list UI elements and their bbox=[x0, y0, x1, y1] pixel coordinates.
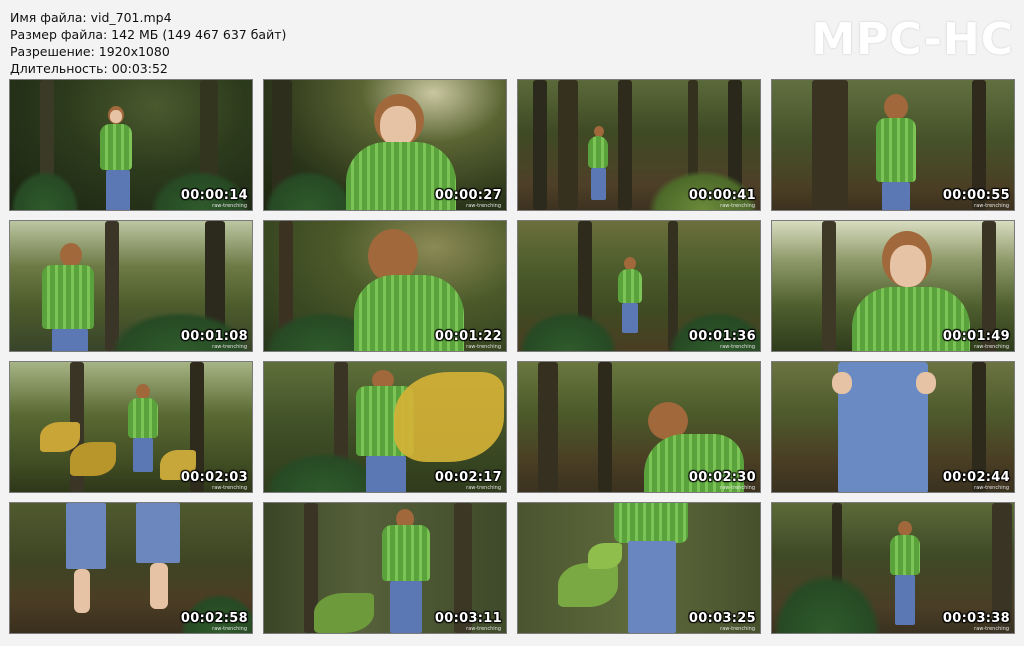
timestamp: 00:02:44 bbox=[942, 470, 1010, 485]
timestamp: 00:03:38 bbox=[942, 611, 1010, 626]
thumbnail-grid: 00:00:14 raw-trenching 00:00:27 raw-tren… bbox=[9, 79, 1015, 634]
timestamp: 00:00:55 bbox=[942, 188, 1010, 203]
duration-line: Длительность: 00:03:52 bbox=[10, 61, 168, 76]
thumbnail[interactable]: 00:00:27 raw-trenching bbox=[263, 79, 507, 211]
thumbnail[interactable]: 00:02:17 raw-trenching bbox=[263, 361, 507, 493]
thumbnail[interactable]: 00:02:30 raw-trenching bbox=[517, 361, 761, 493]
thumbnail[interactable]: 00:02:58 raw-trenching bbox=[9, 502, 253, 634]
watermark: raw-trenching bbox=[212, 344, 247, 350]
timestamp: 00:02:30 bbox=[688, 470, 756, 485]
watermark: raw-trenching bbox=[466, 344, 501, 350]
watermark: raw-trenching bbox=[720, 203, 755, 209]
thumbnail[interactable]: 00:02:44 raw-trenching bbox=[771, 361, 1015, 493]
watermark: raw-trenching bbox=[466, 203, 501, 209]
thumbnail[interactable]: 00:03:11 raw-trenching bbox=[263, 502, 507, 634]
watermark: raw-trenching bbox=[466, 485, 501, 491]
thumbnail[interactable]: 00:00:55 raw-trenching bbox=[771, 79, 1015, 211]
thumbnail[interactable]: 00:02:03 raw-trenching bbox=[9, 361, 253, 493]
thumbnail[interactable]: 00:00:14 raw-trenching bbox=[9, 79, 253, 211]
resolution-line: Разрешение: 1920x1080 bbox=[10, 44, 170, 59]
watermark: raw-trenching bbox=[974, 485, 1009, 491]
timestamp: 00:03:25 bbox=[688, 611, 756, 626]
thumbnail[interactable]: 00:03:38 raw-trenching bbox=[771, 502, 1015, 634]
thumbnail[interactable]: 00:00:41 raw-trenching bbox=[517, 79, 761, 211]
timestamp: 00:00:27 bbox=[434, 188, 502, 203]
timestamp: 00:01:08 bbox=[180, 329, 248, 344]
timestamp: 00:02:17 bbox=[434, 470, 502, 485]
watermark: raw-trenching bbox=[720, 344, 755, 350]
timestamp: 00:02:03 bbox=[180, 470, 248, 485]
watermark: raw-trenching bbox=[974, 344, 1009, 350]
thumbnail[interactable]: 00:01:49 raw-trenching bbox=[771, 220, 1015, 352]
timestamp: 00:00:14 bbox=[180, 188, 248, 203]
watermark: raw-trenching bbox=[974, 626, 1009, 632]
timestamp: 00:01:36 bbox=[688, 329, 756, 344]
timestamp: 00:01:49 bbox=[942, 329, 1010, 344]
watermark: raw-trenching bbox=[720, 485, 755, 491]
thumbnail[interactable]: 00:01:22 raw-trenching bbox=[263, 220, 507, 352]
timestamp: 00:01:22 bbox=[434, 329, 502, 344]
filename-line: Имя файла: vid_701.mp4 bbox=[10, 10, 172, 25]
filesize-line: Размер файла: 142 МБ (149 467 637 байт) bbox=[10, 27, 287, 42]
watermark: raw-trenching bbox=[212, 485, 247, 491]
thumbnail[interactable]: 00:01:08 raw-trenching bbox=[9, 220, 253, 352]
timestamp: 00:00:41 bbox=[688, 188, 756, 203]
watermark: raw-trenching bbox=[466, 626, 501, 632]
watermark: raw-trenching bbox=[212, 626, 247, 632]
thumbnail[interactable]: 00:01:36 raw-trenching bbox=[517, 220, 761, 352]
timestamp: 00:03:11 bbox=[434, 611, 502, 626]
watermark: raw-trenching bbox=[720, 626, 755, 632]
timestamp: 00:02:58 bbox=[180, 611, 248, 626]
watermark: raw-trenching bbox=[212, 203, 247, 209]
thumbnail[interactable]: 00:03:25 raw-trenching bbox=[517, 502, 761, 634]
mpc-hc-logo: MPC-HC bbox=[811, 14, 1014, 65]
watermark: raw-trenching bbox=[974, 203, 1009, 209]
file-info: Имя файла: vid_701.mp4 Размер файла: 142… bbox=[10, 9, 286, 77]
